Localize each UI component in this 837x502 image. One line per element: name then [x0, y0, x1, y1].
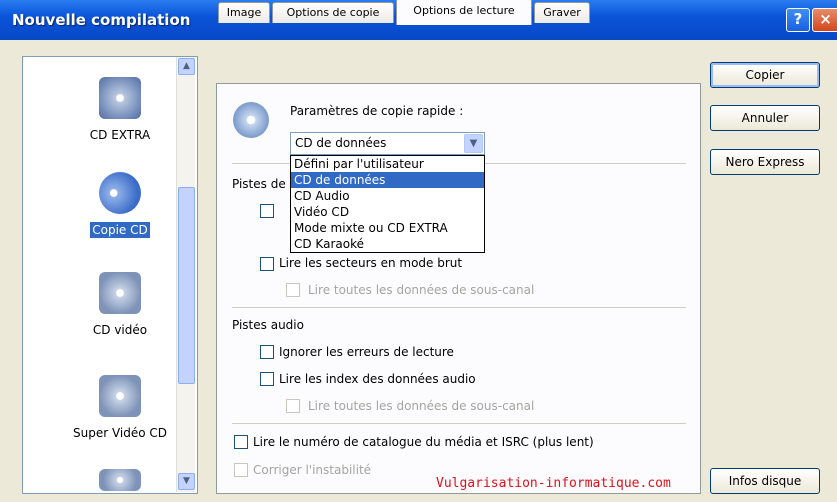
catalog-checkbox[interactable]	[234, 435, 248, 449]
cd-icon	[99, 469, 141, 491]
copy-button[interactable]: Copier	[710, 62, 820, 88]
data-track-checkbox[interactable]	[260, 204, 274, 218]
list-item-label: Super Vidéo CD	[72, 426, 168, 440]
option-cd-audio[interactable]: CD Audio	[291, 188, 484, 204]
list-item-label: CD EXTRA	[89, 128, 151, 142]
quick-copy-options-list[interactable]: Défini par l'utilisateur CD de données C…	[290, 155, 485, 253]
list-item-copie-cd[interactable]: Copie CD	[45, 172, 195, 238]
read-raw-checkbox[interactable]	[260, 257, 274, 271]
list-item-cd-video[interactable]: CD vidéo	[45, 272, 195, 338]
audio-subchannel-label: Lire toutes les données de sous-canal	[308, 399, 535, 413]
tab-options-copie[interactable]: Options de copie	[272, 2, 394, 23]
divider	[232, 423, 686, 424]
chevron-down-icon[interactable]: ▼	[464, 134, 483, 153]
cd-copy-icon	[99, 172, 141, 214]
close-button[interactable]: ×	[812, 8, 837, 32]
data-tracks-heading: Pistes de	[232, 177, 286, 191]
read-index-label: Lire les index des données audio	[279, 372, 476, 386]
read-raw-label: Lire les secteurs en mode brut	[279, 256, 463, 270]
list-item-cd-extra[interactable]: CD EXTRA	[45, 77, 195, 143]
list-item-super-video-cd[interactable]: Super Vidéo CD	[45, 375, 195, 441]
audio-tracks-heading: Pistes audio	[232, 318, 304, 332]
disc-info-button[interactable]: Infos disque	[710, 468, 820, 494]
data-subchannel-checkbox[interactable]	[286, 283, 300, 297]
ignore-errors-checkbox[interactable]	[260, 345, 274, 359]
quick-copy-icon	[233, 102, 269, 138]
window-title: Nouvelle compilation	[12, 11, 191, 29]
tab-image[interactable]: Image	[218, 2, 270, 23]
cd-extra-icon	[99, 77, 141, 119]
audio-subchannel-checkbox[interactable]	[286, 399, 300, 413]
cancel-button[interactable]: Annuler	[710, 105, 820, 131]
read-index-checkbox[interactable]	[260, 372, 274, 386]
nero-express-button[interactable]: Nero Express	[710, 149, 820, 175]
option-defini[interactable]: Défini par l'utilisateur	[291, 156, 484, 172]
scroll-thumb[interactable]	[178, 187, 195, 384]
option-cd-karaoke[interactable]: CD Karaoké	[291, 236, 484, 252]
option-mode-mixte[interactable]: Mode mixte ou CD EXTRA	[291, 220, 484, 236]
list-item-label: Copie CD	[90, 222, 150, 238]
quick-copy-value: CD de données	[295, 136, 387, 150]
correct-jitter-checkbox[interactable]	[234, 463, 248, 477]
quick-copy-select[interactable]: CD de données ▼	[290, 132, 485, 155]
ignore-errors-label: Ignorer les erreurs de lecture	[279, 345, 454, 359]
help-button[interactable]: ?	[786, 8, 810, 32]
super-video-cd-icon	[99, 375, 141, 417]
list-item-label: CD vidéo	[92, 323, 148, 337]
compilation-type-list[interactable]: CD EXTRA Copie CD CD vidéo Super Vidéo C…	[22, 56, 198, 494]
tab-graver[interactable]: Graver	[534, 2, 590, 23]
quick-copy-label: Paramètres de copie rapide :	[290, 104, 464, 118]
correct-jitter-label: Corriger l'instabilité	[253, 463, 372, 477]
option-video-cd[interactable]: Vidéo CD	[291, 204, 484, 220]
divider	[232, 307, 686, 308]
watermark: Vulgarisation-informatique.com	[436, 476, 671, 491]
tab-options-lecture[interactable]: Options de lecture	[396, 0, 532, 25]
scroll-up-arrow-icon[interactable]: ▲	[178, 58, 195, 75]
video-cd-icon	[99, 272, 141, 314]
list-item-partial[interactable]	[45, 469, 195, 491]
data-subchannel-label: Lire toutes les données de sous-canal	[308, 283, 535, 297]
catalog-label: Lire le numéro de catalogue du média et …	[253, 435, 594, 449]
option-cd-donnees[interactable]: CD de données	[291, 172, 484, 188]
scroll-down-arrow-icon[interactable]: ▼	[178, 473, 195, 490]
list-scrollbar[interactable]: ▲ ▼	[176, 57, 195, 492]
